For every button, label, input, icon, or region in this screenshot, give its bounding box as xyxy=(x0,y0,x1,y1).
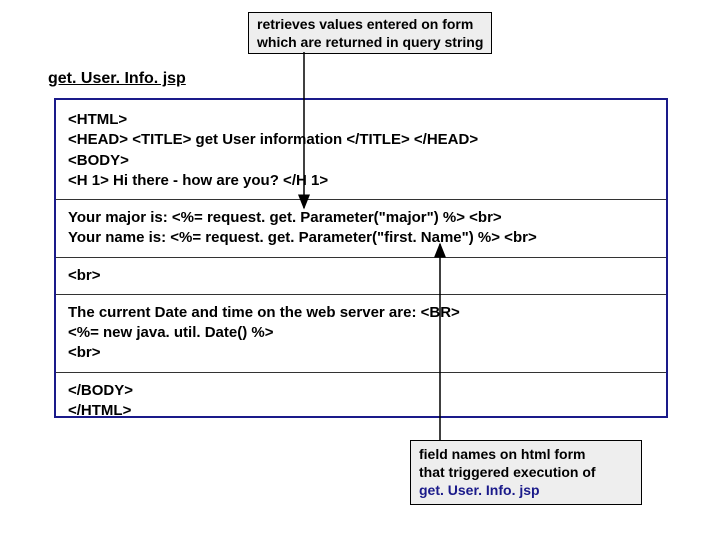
code-line: The current Date and time on the web ser… xyxy=(68,303,654,323)
code-box: <HTML> <HEAD> <TITLE> get User informati… xyxy=(54,98,668,418)
code-line: <HEAD> <TITLE> get User information </TI… xyxy=(68,130,654,150)
divider xyxy=(56,199,666,200)
callout-bottom-line2: that triggered execution of xyxy=(419,463,633,481)
code-line: </HTML> xyxy=(68,401,654,421)
divider xyxy=(56,372,666,373)
code-text: Your name is: xyxy=(68,229,170,246)
code-text: <%= request. get. Parameter("major") %> … xyxy=(172,209,502,226)
code-text: <%= request. get. Parameter("first. Name… xyxy=(170,229,536,246)
code-line: </BODY> xyxy=(68,381,654,401)
code-line: <HTML> xyxy=(68,110,654,130)
callout-bottom: field names on html form that triggered … xyxy=(410,440,642,505)
code-text: Your major is: xyxy=(68,209,172,226)
page-title: get. User. Info. jsp xyxy=(48,70,186,88)
divider xyxy=(56,294,666,295)
divider xyxy=(56,257,666,258)
code-line: <br> xyxy=(68,266,654,286)
code-line: Your name is: <%= request. get. Paramete… xyxy=(68,228,654,248)
callout-bottom-line1: field names on html form xyxy=(419,445,633,463)
callout-top-line2: which are returned in query string xyxy=(257,33,483,51)
code-line: <br> xyxy=(68,343,654,363)
callout-top-line1: retrieves values entered on form xyxy=(257,15,483,33)
code-line: <BODY> xyxy=(68,151,654,171)
code-line: <%= new java. util. Date() %> xyxy=(68,323,654,343)
code-line: <H 1> Hi there - how are you? </H 1> xyxy=(68,171,654,191)
callout-bottom-filename: get. User. Info. jsp xyxy=(419,482,540,498)
callout-top: retrieves values entered on form which a… xyxy=(248,12,492,54)
code-line: Your major is: <%= request. get. Paramet… xyxy=(68,208,654,228)
